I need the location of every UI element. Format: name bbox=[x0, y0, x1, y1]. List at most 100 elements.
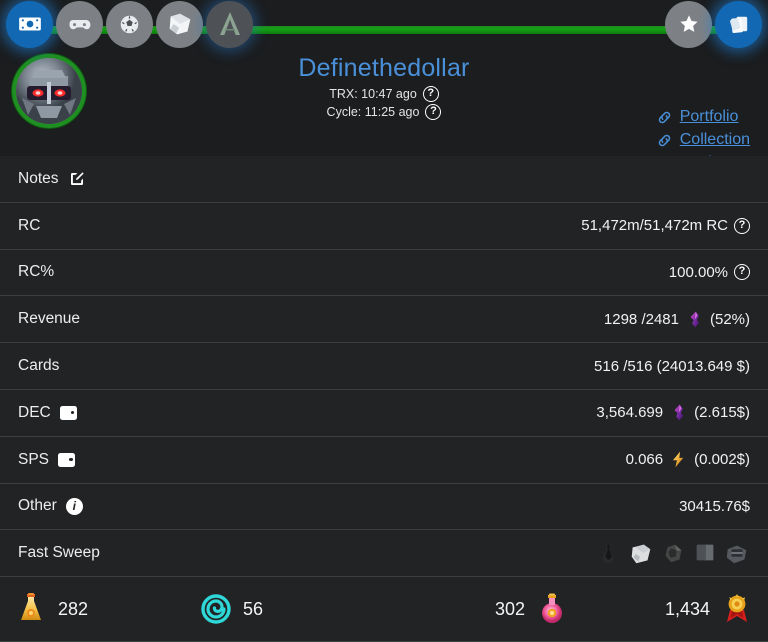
nav-packs-button[interactable] bbox=[156, 1, 203, 48]
row-cards[interactable]: Cards 516 /516 (24013.649 $) bbox=[0, 343, 768, 390]
gold-legendary-potion-icon bbox=[14, 592, 48, 626]
banknote-icon bbox=[17, 11, 43, 37]
cards-value: 516 /516 (24013.649 $) bbox=[594, 358, 750, 375]
link-collection-label: Collection bbox=[680, 131, 750, 149]
dec-label-group: DEC bbox=[18, 404, 77, 422]
revenue-label: Revenue bbox=[18, 310, 80, 328]
cycle-label: Cycle: 11:25 ago bbox=[327, 105, 420, 119]
other-label: Other bbox=[18, 497, 57, 515]
nav-banknote-button[interactable] bbox=[6, 1, 53, 48]
row-sps[interactable]: SPS 0.066 (0.002$) bbox=[0, 437, 768, 484]
stats-table: Notes RC 51,472m/51,472m RC ? RC% 100.00… bbox=[0, 156, 768, 577]
row-revenue[interactable]: Revenue 1298 /2481 (52%) bbox=[0, 296, 768, 343]
dec-label: DEC bbox=[18, 404, 51, 422]
sps-value-group: 0.066 (0.002$) bbox=[626, 450, 750, 469]
username[interactable]: Definethedollar bbox=[0, 54, 768, 83]
soccer-ball-icon bbox=[117, 12, 142, 37]
link-portfolio[interactable]: Portfolio bbox=[656, 108, 750, 126]
notes-label: Notes bbox=[18, 170, 59, 188]
scroll-icon[interactable] bbox=[628, 540, 654, 566]
wallet-icon[interactable] bbox=[58, 453, 75, 467]
dec-suffix: (2.615$) bbox=[694, 404, 750, 421]
card-pack-icon bbox=[165, 9, 195, 39]
gold-red-medal-icon bbox=[720, 592, 754, 626]
cards-stack-icon bbox=[725, 11, 752, 38]
teal-spiral-icon bbox=[199, 592, 233, 626]
rc-percent-help-icon[interactable]: ? bbox=[734, 264, 750, 280]
row-dec[interactable]: DEC 3,564.699 (2.615$) bbox=[0, 390, 768, 437]
other-label-group: Other i bbox=[18, 497, 83, 515]
a-logo-icon bbox=[213, 7, 247, 41]
cycle-help-icon[interactable]: ? bbox=[425, 104, 441, 120]
revenue-value-group: 1298 /2481 (52%) bbox=[604, 310, 750, 329]
account-title-block: Definethedollar TRX: 10:47 ago ? Cycle: … bbox=[0, 54, 768, 120]
merits-medal-count: 1,434 bbox=[665, 599, 710, 620]
row-fast-sweep[interactable]: Fast Sweep bbox=[0, 530, 768, 577]
rc-help-icon[interactable]: ? bbox=[734, 218, 750, 234]
nav-cards-button[interactable] bbox=[715, 1, 762, 48]
legendary-potion-count: 282 bbox=[58, 599, 88, 620]
revenue-value: 1298 /2481 bbox=[604, 311, 679, 328]
alchemy-potion-count: 302 bbox=[495, 599, 525, 620]
rc-value: 51,472m/51,472m RC bbox=[581, 217, 728, 234]
trx-row: TRX: 10:47 ago ? bbox=[0, 86, 768, 102]
cycle-row: Cycle: 11:25 ago ? bbox=[0, 104, 768, 120]
revenue-suffix: (52%) bbox=[710, 311, 750, 328]
trx-label: TRX: 10:47 ago bbox=[329, 87, 417, 101]
rc-percent-label: RC% bbox=[18, 263, 54, 281]
ore-chunk-icon[interactable] bbox=[660, 540, 686, 566]
link-portfolio-label: Portfolio bbox=[680, 108, 739, 126]
top-navigation-bar bbox=[0, 0, 768, 48]
trx-help-icon[interactable]: ? bbox=[423, 86, 439, 102]
dec-value: 3,564.699 bbox=[596, 404, 663, 421]
edit-pencil-icon[interactable] bbox=[68, 170, 86, 188]
sps-label: SPS bbox=[18, 451, 49, 469]
star-icon bbox=[677, 12, 701, 36]
cards-value-group: 516 /516 (24013.649 $) bbox=[594, 358, 750, 375]
rc-percent-value-group: 100.00% ? bbox=[669, 264, 750, 281]
dec-token-icon bbox=[669, 403, 688, 422]
fast-sweep-reward-icons bbox=[596, 540, 750, 566]
sps-suffix: (0.002$) bbox=[694, 451, 750, 468]
info-icon[interactable]: i bbox=[66, 498, 83, 515]
nav-left-group bbox=[6, 1, 253, 48]
row-notes[interactable]: Notes bbox=[0, 156, 768, 203]
nav-favorites-button[interactable] bbox=[665, 1, 712, 48]
wallet-icon[interactable] bbox=[60, 406, 77, 420]
potion-vial-icon[interactable] bbox=[596, 540, 622, 566]
row-rc-percent[interactable]: RC% 100.00% ? bbox=[0, 250, 768, 297]
other-value: 30415.76$ bbox=[679, 498, 750, 515]
nav-a-logo-button[interactable] bbox=[206, 1, 253, 48]
card-back-icon[interactable] bbox=[692, 540, 718, 566]
fast-sweep-label: Fast Sweep bbox=[18, 544, 100, 562]
consumable-merits-medal[interactable]: 1,434 bbox=[569, 592, 754, 626]
row-rc[interactable]: RC 51,472m/51,472m RC ? bbox=[0, 203, 768, 250]
teal-spiral-count: 56 bbox=[243, 599, 263, 620]
nav-right-group bbox=[665, 1, 762, 48]
consumable-teal-spiral[interactable]: 56 bbox=[199, 592, 384, 626]
gamepad-icon bbox=[66, 11, 93, 38]
chain-link-icon bbox=[656, 109, 673, 126]
link-collection[interactable]: Collection bbox=[656, 131, 750, 149]
rc-value-group: 51,472m/51,472m RC ? bbox=[581, 217, 750, 234]
pink-alchemy-potion-icon bbox=[535, 592, 569, 626]
account-header: Definethedollar TRX: 10:47 ago ? Cycle: … bbox=[0, 48, 768, 156]
consumable-alchemy-potion[interactable]: 302 bbox=[384, 592, 569, 626]
splinterlands-account-panel: Definethedollar TRX: 10:47 ago ? Cycle: … bbox=[0, 0, 768, 642]
notes-label-group: Notes bbox=[18, 170, 86, 188]
rc-percent-value: 100.00% bbox=[669, 264, 728, 281]
dec-token-icon bbox=[685, 310, 704, 329]
cards-label: Cards bbox=[18, 357, 59, 375]
consumable-legendary-potion[interactable]: 282 bbox=[14, 592, 199, 626]
treasure-chest-icon[interactable] bbox=[724, 540, 750, 566]
sps-token-icon bbox=[669, 450, 688, 469]
rc-label: RC bbox=[18, 217, 40, 235]
other-value-group: 30415.76$ bbox=[679, 498, 750, 515]
nav-gamepad-button[interactable] bbox=[56, 1, 103, 48]
row-other[interactable]: Other i 30415.76$ bbox=[0, 484, 768, 531]
dec-value-group: 3,564.699 (2.615$) bbox=[596, 403, 750, 422]
sps-label-group: SPS bbox=[18, 451, 75, 469]
nav-focus-button[interactable] bbox=[106, 1, 153, 48]
sps-value: 0.066 bbox=[626, 451, 664, 468]
chain-link-icon bbox=[656, 132, 673, 149]
